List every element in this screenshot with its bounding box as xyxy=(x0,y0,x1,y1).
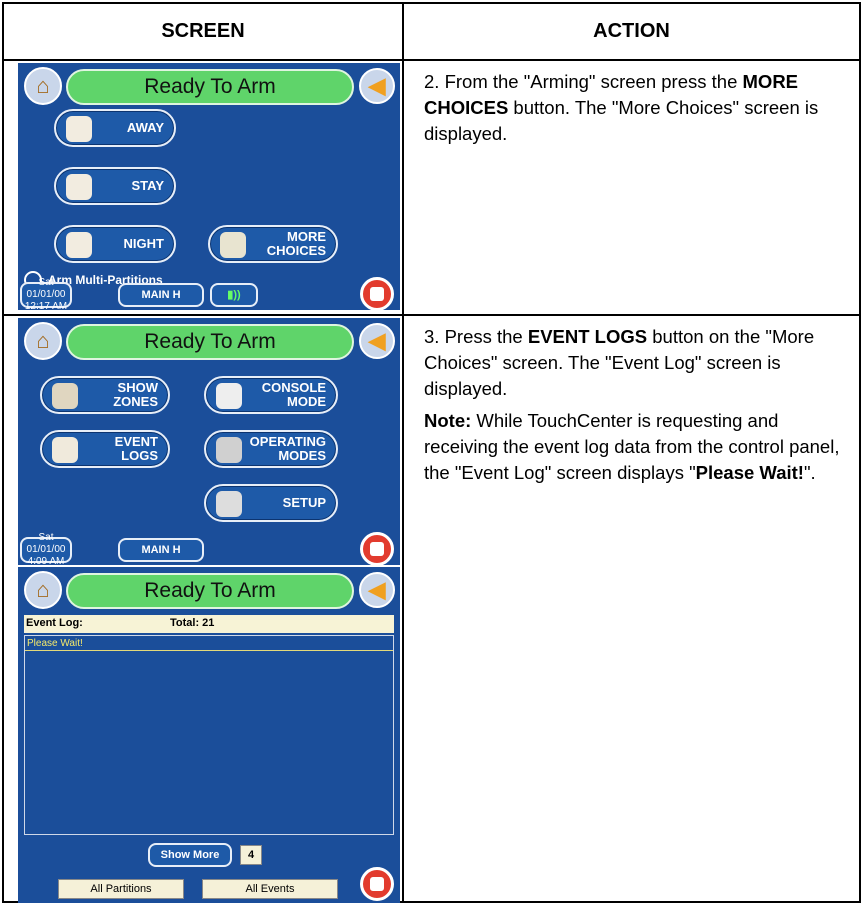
home-icon[interactable]: ⌂ xyxy=(24,571,62,609)
home-icon[interactable]: ⌂ xyxy=(24,67,62,105)
event-logs-button[interactable]: EVENT LOGS xyxy=(40,430,170,468)
tools-icon xyxy=(216,491,242,517)
event-filter[interactable]: All Events xyxy=(202,879,338,899)
partition-filter[interactable]: All Partitions xyxy=(58,879,184,899)
status-bar: Ready To Arm xyxy=(66,69,354,105)
status-bar: Ready To Arm xyxy=(66,324,354,360)
away-button[interactable]: AWAY xyxy=(54,109,176,147)
speaker-icon[interactable]: ▮)) xyxy=(210,283,258,307)
list-divider xyxy=(25,650,393,651)
home-icon[interactable]: ⌂ xyxy=(24,322,62,360)
show-more-button[interactable]: Show More xyxy=(148,843,232,867)
alarm-icon[interactable] xyxy=(360,532,394,565)
house-lock-icon xyxy=(66,174,92,200)
house-person-icon xyxy=(66,116,92,142)
event-log-screen: ⌂ Ready To Arm ◀ Event Log: Total: 21 Pl… xyxy=(18,567,400,903)
status-bar: Ready To Arm xyxy=(66,573,354,609)
show-zones-button[interactable]: SHOW ZONES xyxy=(40,376,170,414)
pages-icon xyxy=(52,437,78,463)
gear-speaker-icon xyxy=(216,437,242,463)
partition-button[interactable]: MAIN H xyxy=(118,538,204,562)
step-3-text: 3. Press the EVENT LOGS button on the "M… xyxy=(424,326,840,483)
operating-modes-button[interactable]: OPERATING MODES xyxy=(204,430,338,468)
document-plus-icon xyxy=(220,232,246,258)
page-count: 4 xyxy=(240,845,262,865)
setup-button[interactable]: SETUP xyxy=(204,484,338,522)
screen-column-header: SCREEN xyxy=(161,20,245,42)
row-divider xyxy=(4,314,859,316)
back-arrow-icon[interactable]: ◀ xyxy=(359,572,395,608)
house-moon-icon xyxy=(66,232,92,258)
alarm-icon[interactable] xyxy=(360,867,394,901)
step-2-text: 2. From the "Arming" screen press the MO… xyxy=(424,71,819,144)
header-divider xyxy=(4,59,859,61)
stay-button[interactable]: STAY xyxy=(54,167,176,205)
column-divider xyxy=(402,4,404,901)
alarm-icon[interactable] xyxy=(360,277,394,310)
more-choices-screen: ⌂ Ready To Arm ◀ SHOW ZONES CONSOLE MODE E… xyxy=(18,318,400,565)
keypad-icon xyxy=(216,383,242,409)
datetime-display: Sat 01/01/00 4:09 AM xyxy=(20,532,72,565)
console-mode-button[interactable]: CONSOLE MODE xyxy=(204,376,338,414)
back-arrow-icon[interactable]: ◀ xyxy=(359,68,395,104)
night-button[interactable]: NIGHT xyxy=(54,225,176,263)
arming-screen: ⌂ Ready To Arm ◀ AWAY STAY NIGHT MORE CHO… xyxy=(18,63,400,310)
event-log-header: Event Log: Total: 21 xyxy=(24,615,394,633)
partition-button[interactable]: MAIN H xyxy=(118,283,204,307)
event-log-list[interactable]: Please Wait! xyxy=(24,635,394,835)
box-icon xyxy=(52,383,78,409)
datetime-display: Sat 01/01/00 12:17 AM xyxy=(20,277,72,310)
back-arrow-icon[interactable]: ◀ xyxy=(359,323,395,359)
list-item: Please Wait! xyxy=(27,638,83,649)
instruction-table: SCREEN ACTION 2. From the "Arming" scree… xyxy=(2,2,861,903)
action-column-header: ACTION xyxy=(593,20,670,42)
more-choices-button[interactable]: MORE CHOICES xyxy=(208,225,338,263)
